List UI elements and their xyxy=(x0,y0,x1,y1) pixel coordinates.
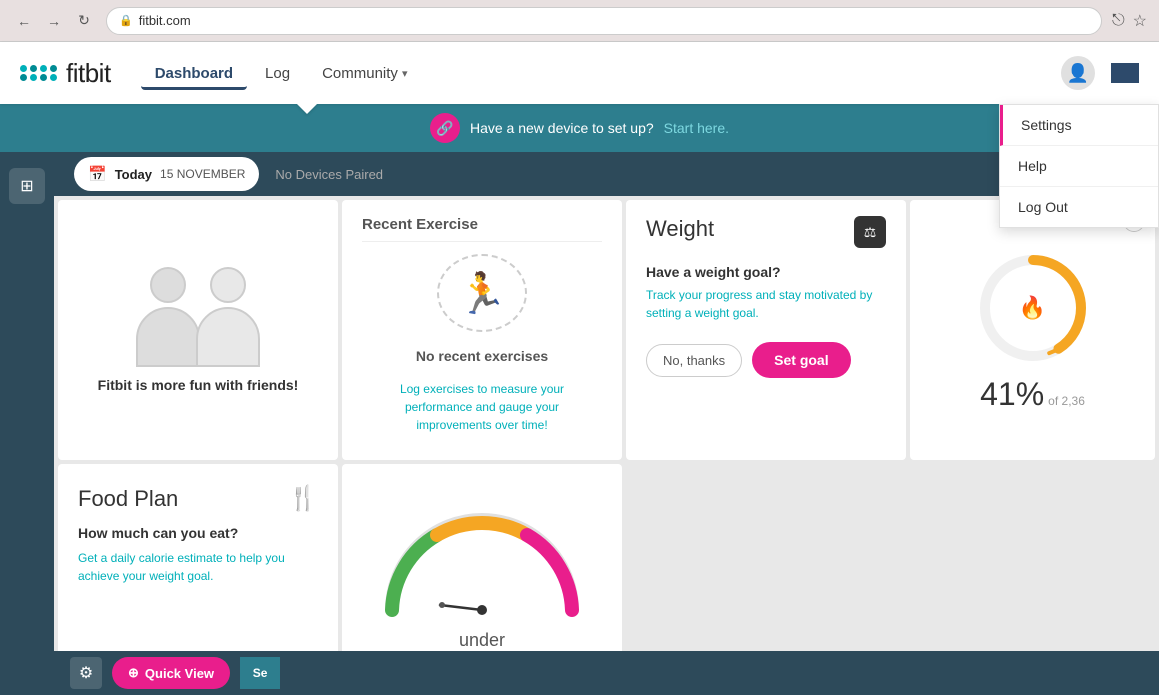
logo-text: fitbit xyxy=(66,58,111,89)
food-header: Food Plan 🍴 xyxy=(78,484,318,513)
weight-goal-desc: Track your progress and stay motivated b… xyxy=(646,286,886,322)
today-label: Today xyxy=(115,167,152,182)
bottom-bar: ⚙ ⊕ Quick View Se xyxy=(54,651,1159,695)
plus-circle-icon: ⊕ xyxy=(128,665,139,681)
arc-container: 🔥 xyxy=(973,248,1093,368)
content-area: ⊞ 📅 Today 15 NOVEMBER No Devices Paired xyxy=(0,152,1159,695)
weight-card: Weight ⚖ Have a weight goal? Track your … xyxy=(626,200,906,460)
banner-text: Have a new device to set up? xyxy=(470,120,654,136)
sidebar-grid-button[interactable]: ⊞ xyxy=(9,168,45,204)
bookmark-icon[interactable]: ☆ xyxy=(1133,11,1147,31)
calorie-arc-card: ? 🔥 41% of 2,36 xyxy=(910,200,1155,460)
nav-pointer xyxy=(297,104,317,114)
sidebar: ⊞ xyxy=(0,152,54,695)
nav-dashboard[interactable]: Dashboard xyxy=(141,57,247,90)
weight-title: Weight xyxy=(646,216,714,242)
dashboard-grid: Fitbit is more fun with friends! Recent … xyxy=(54,196,1159,695)
exercise-card: Recent Exercise 🏃 No recent exercises Lo… xyxy=(342,200,622,460)
user-icon: 👤 xyxy=(1067,63,1089,84)
main-nav: Dashboard Log Community xyxy=(141,57,422,90)
logo-dot-7 xyxy=(40,74,47,81)
exercise-circle: 🏃 xyxy=(437,254,527,332)
flag-icon[interactable] xyxy=(1111,63,1139,83)
date-bar: 📅 Today 15 NOVEMBER No Devices Paired xyxy=(54,152,1159,196)
app-container: fitbit Dashboard Log Community 👤 🔗 Have … xyxy=(0,42,1159,695)
avatar-2 xyxy=(188,267,268,367)
dropdown-logout[interactable]: Log Out xyxy=(1000,187,1158,227)
quick-view-label: Quick View xyxy=(145,666,214,681)
arc-percent: 41% xyxy=(980,376,1044,413)
settings-button[interactable]: ⚙ xyxy=(70,657,102,689)
weight-goal-title: Have a weight goal? xyxy=(646,264,886,280)
dropdown-settings[interactable]: Settings xyxy=(1000,105,1158,146)
date-text: 15 NOVEMBER xyxy=(160,167,245,181)
url-text: fitbit.com xyxy=(139,13,191,28)
nav-log[interactable]: Log xyxy=(251,57,304,90)
date-pill[interactable]: 📅 Today 15 NOVEMBER xyxy=(74,157,259,191)
logo-dot-3 xyxy=(40,65,47,72)
logo[interactable]: fitbit xyxy=(20,58,111,89)
exercise-card-title: Recent Exercise xyxy=(362,216,602,242)
exercise-center: 🏃 No recent exercises Log exercises to m… xyxy=(362,254,602,434)
setup-banner: 🔗 Have a new device to set up? Start her… xyxy=(0,104,1159,152)
nav-community[interactable]: Community xyxy=(308,57,421,90)
no-exercises-text: No recent exercises xyxy=(416,348,548,364)
address-bar[interactable]: 🔒 fitbit.com xyxy=(106,7,1102,35)
back-button[interactable]: ← xyxy=(12,9,36,33)
chain-icon: 🔗 xyxy=(436,120,453,137)
fork-knife-icon: 🍴 xyxy=(288,484,318,513)
arc-of-label: of 2,36 xyxy=(1048,394,1085,408)
dropdown-help[interactable]: Help xyxy=(1000,146,1158,187)
logo-dot-2 xyxy=(30,65,37,72)
gauge-chart xyxy=(372,490,592,650)
main-content: 📅 Today 15 NOVEMBER No Devices Paired xyxy=(54,152,1159,695)
scale-icon: ⚖ xyxy=(864,224,877,241)
se-label: Se xyxy=(253,666,268,680)
weight-scale-button[interactable]: ⚖ xyxy=(854,216,886,248)
banner-link[interactable]: Start here. xyxy=(664,120,729,136)
runner-icon: 🏃 xyxy=(457,270,507,317)
browser-bar: ← → ↻ 🔒 fitbit.com ⎋ ☆ xyxy=(0,0,1159,42)
friends-avatars xyxy=(128,267,268,367)
gauge-label: under xyxy=(459,630,505,651)
weight-actions: No, thanks Set goal xyxy=(646,342,886,378)
weight-header: Weight ⚖ xyxy=(646,216,886,248)
avatar-body-2 xyxy=(196,307,260,367)
friends-card: Fitbit is more fun with friends! xyxy=(58,200,338,460)
forward-button[interactable]: → xyxy=(42,9,66,33)
no-devices-text: No Devices Paired xyxy=(275,167,383,182)
food-desc: Get a daily calorie estimate to help you… xyxy=(78,549,318,585)
se-button[interactable]: Se xyxy=(240,657,280,689)
calendar-icon: 📅 xyxy=(88,165,107,183)
user-dropdown-menu: Settings Help Log Out xyxy=(999,104,1159,228)
browser-nav-buttons[interactable]: ← → ↻ xyxy=(12,9,96,33)
header: fitbit Dashboard Log Community 👤 xyxy=(0,42,1159,104)
quick-view-button[interactable]: ⊕ Quick View xyxy=(112,657,230,689)
set-goal-button[interactable]: Set goal xyxy=(752,342,850,378)
lock-icon: 🔒 xyxy=(119,14,133,27)
food-subtitle: How much can you eat? xyxy=(78,525,318,541)
avatar-head-1 xyxy=(150,267,186,303)
reload-button[interactable]: ↻ xyxy=(72,9,96,33)
logo-dot-6 xyxy=(30,74,37,81)
logo-dot-8 xyxy=(50,74,57,81)
friends-text: Fitbit is more fun with friends! xyxy=(98,377,299,393)
logo-dots xyxy=(20,65,58,81)
browser-actions: ⎋ ☆ xyxy=(1112,11,1147,31)
gear-icon: ⚙ xyxy=(79,663,93,683)
no-thanks-button[interactable]: No, thanks xyxy=(646,344,742,377)
share-icon[interactable]: ⎋ xyxy=(1112,12,1125,30)
logo-dot-1 xyxy=(20,65,27,72)
grid-icon: ⊞ xyxy=(20,176,33,196)
avatar-head-2 xyxy=(210,267,246,303)
logo-dot-4 xyxy=(50,65,57,72)
banner-link-icon: 🔗 xyxy=(430,113,460,143)
flame-icon: 🔥 xyxy=(1019,295,1046,321)
food-title: Food Plan xyxy=(78,486,178,512)
header-icons: 👤 xyxy=(1061,56,1139,90)
profile-icon-button[interactable]: 👤 xyxy=(1061,56,1095,90)
exercise-desc: Log exercises to measure your performanc… xyxy=(382,380,582,434)
logo-dot-5 xyxy=(20,74,27,81)
